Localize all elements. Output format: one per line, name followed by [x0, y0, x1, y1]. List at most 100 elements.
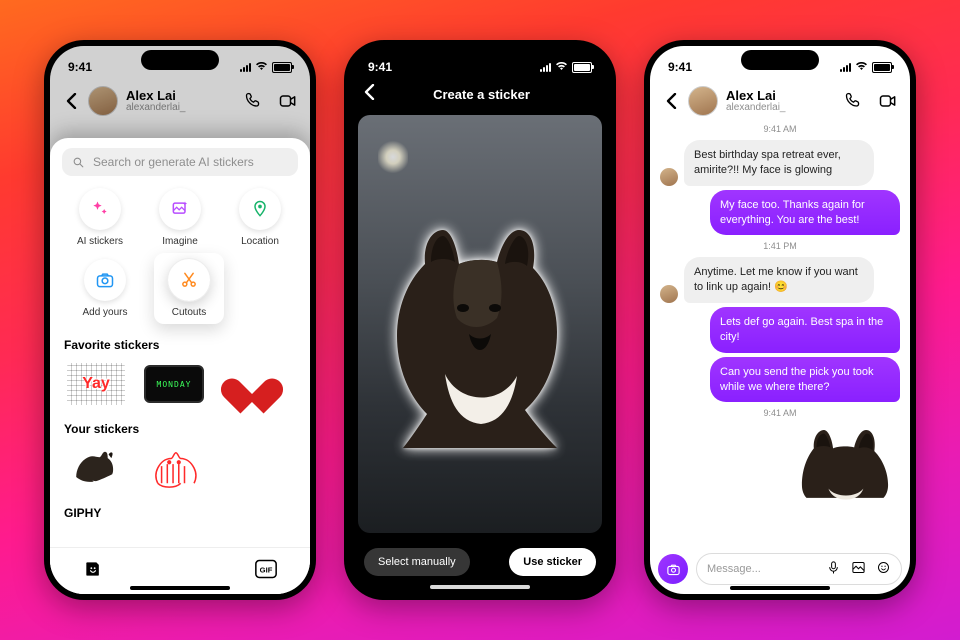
message-row: Anytime. Let me know if you want to link… [660, 257, 900, 303]
message-input[interactable]: Message... [696, 553, 902, 585]
signal-icon [840, 63, 851, 72]
tool-label: AI stickers [77, 236, 123, 247]
select-manually-button[interactable]: Select manually [364, 548, 470, 576]
video-icon[interactable] [278, 91, 298, 111]
page-title: Create a sticker [367, 87, 596, 102]
sticker-dog[interactable] [66, 444, 126, 492]
favorites-row: Yay MONDAY [62, 360, 298, 408]
sticker-yay[interactable]: Yay [66, 360, 126, 408]
tool-label: Cutouts [172, 307, 206, 318]
gif-tab-icon[interactable]: GIF [255, 559, 277, 584]
timestamp: 9:41 AM [660, 408, 900, 418]
composer: Message... [658, 552, 902, 586]
sparkles-icon [90, 199, 110, 219]
back-icon[interactable] [62, 92, 80, 110]
dynamic-island [441, 50, 519, 70]
avatar[interactable] [88, 86, 118, 116]
message-placeholder: Message... [707, 563, 761, 575]
blank-tab[interactable] [169, 561, 189, 581]
dynamic-island [141, 50, 219, 70]
message-bubble[interactable]: Can you send the pick you took while we … [710, 357, 900, 403]
signal-icon [540, 63, 551, 72]
tool-label: Imagine [162, 236, 198, 247]
battery-icon [872, 62, 892, 73]
camera-button[interactable] [658, 554, 688, 584]
message-row: Best birthday spa retreat ever, amirite?… [660, 140, 900, 186]
room-light [378, 140, 408, 174]
sticker-icon[interactable] [876, 560, 891, 578]
sticker-heart[interactable] [222, 360, 282, 408]
avatar-small [660, 168, 678, 186]
bottom-tab-bar: GIF [50, 547, 310, 594]
section-your-stickers: Your stickers [64, 422, 296, 436]
title-bar: Create a sticker [350, 82, 610, 115]
message-bubble[interactable]: Lets def go again. Best spa in the city! [710, 307, 900, 353]
section-giphy: GIPHY [64, 506, 296, 520]
signal-icon [240, 63, 251, 72]
tool-ai-stickers[interactable]: AI stickers [69, 188, 131, 247]
message-bubble[interactable]: Anytime. Let me know if you want to link… [684, 257, 874, 303]
dog-sticker [790, 424, 900, 502]
sticker-tab-icon[interactable] [83, 559, 103, 584]
message-bubble[interactable]: Best birthday spa retreat ever, amirite?… [684, 140, 874, 186]
back-icon[interactable] [662, 92, 680, 110]
wifi-icon [255, 60, 268, 74]
scissors-icon [179, 270, 199, 290]
chat-handle: alexanderlai_ [126, 103, 186, 114]
message-bubble[interactable]: My face too. Thanks again for everything… [710, 190, 900, 236]
home-indicator [430, 585, 530, 589]
gallery-icon[interactable] [851, 560, 866, 578]
chat-handle: alexanderlai_ [726, 103, 786, 114]
video-icon[interactable] [878, 91, 898, 111]
message-row: Lets def go again. Best spa in the city! [660, 307, 900, 353]
search-input[interactable]: Search or generate AI stickers [62, 148, 298, 176]
chat-name: Alex Lai [126, 89, 186, 103]
message-text: Anytime. Let me know if you want to link… [694, 266, 858, 293]
timestamp: 1:41 PM [660, 241, 900, 251]
sticker-monday[interactable]: MONDAY [144, 360, 204, 408]
wifi-icon [555, 60, 568, 74]
chat-thread[interactable]: 9:41 AM Best birthday spa retreat ever, … [650, 118, 910, 550]
cutout-preview[interactable] [358, 115, 602, 533]
camera-icon [95, 270, 115, 290]
chat-name: Alex Lai [726, 89, 786, 103]
stage: 9:41 Alex Lai alexanderlai_ Searc [0, 0, 960, 640]
status-time: 9:41 [668, 60, 692, 74]
search-icon [72, 156, 85, 169]
use-sticker-button[interactable]: Use sticker [509, 548, 596, 576]
status-time: 9:41 [68, 60, 92, 74]
tool-label: Add yours [82, 307, 127, 318]
tool-imagine[interactable]: Imagine [149, 188, 211, 247]
wifi-icon [855, 60, 868, 74]
avatar-small [660, 285, 678, 303]
image-sparkle-icon [170, 199, 190, 219]
sticker-message[interactable] [660, 424, 900, 502]
location-pin-icon [250, 199, 270, 219]
svg-text:GIF: GIF [260, 565, 273, 574]
home-indicator [730, 586, 830, 590]
chat-header: Alex Lai alexanderlai_ [650, 82, 910, 122]
sticker-sheet: Search or generate AI stickers AI sticke… [50, 138, 310, 594]
mic-icon[interactable] [826, 560, 841, 578]
search-placeholder: Search or generate AI stickers [93, 155, 254, 169]
tool-row-2: Add yours Cutouts [62, 259, 298, 324]
tool-location[interactable]: Location [229, 188, 291, 247]
tool-cutouts[interactable]: Cutouts [154, 253, 224, 324]
call-icon[interactable] [844, 91, 864, 111]
phone-chat: 9:41 Alex Lai alexanderlai_ 9:41 AM [644, 40, 916, 600]
message-row: Can you send the pick you took while we … [660, 357, 900, 403]
chat-header: Alex Lai alexanderlai_ [50, 82, 310, 122]
home-indicator [130, 586, 230, 590]
tool-add-yours[interactable]: Add yours [74, 259, 136, 324]
battery-icon [572, 62, 592, 73]
avatar[interactable] [688, 86, 718, 116]
action-row: Select manually Use sticker [364, 548, 596, 576]
dog-cutout [385, 224, 575, 454]
sticker-red-cat[interactable] [144, 444, 204, 492]
tool-label: Location [241, 236, 279, 247]
dynamic-island [741, 50, 819, 70]
phone-stickers: 9:41 Alex Lai alexanderlai_ Searc [44, 40, 316, 600]
tool-row-1: AI stickers Imagine Location [62, 188, 298, 247]
section-favorites: Favorite stickers [64, 338, 296, 352]
call-icon[interactable] [244, 91, 264, 111]
